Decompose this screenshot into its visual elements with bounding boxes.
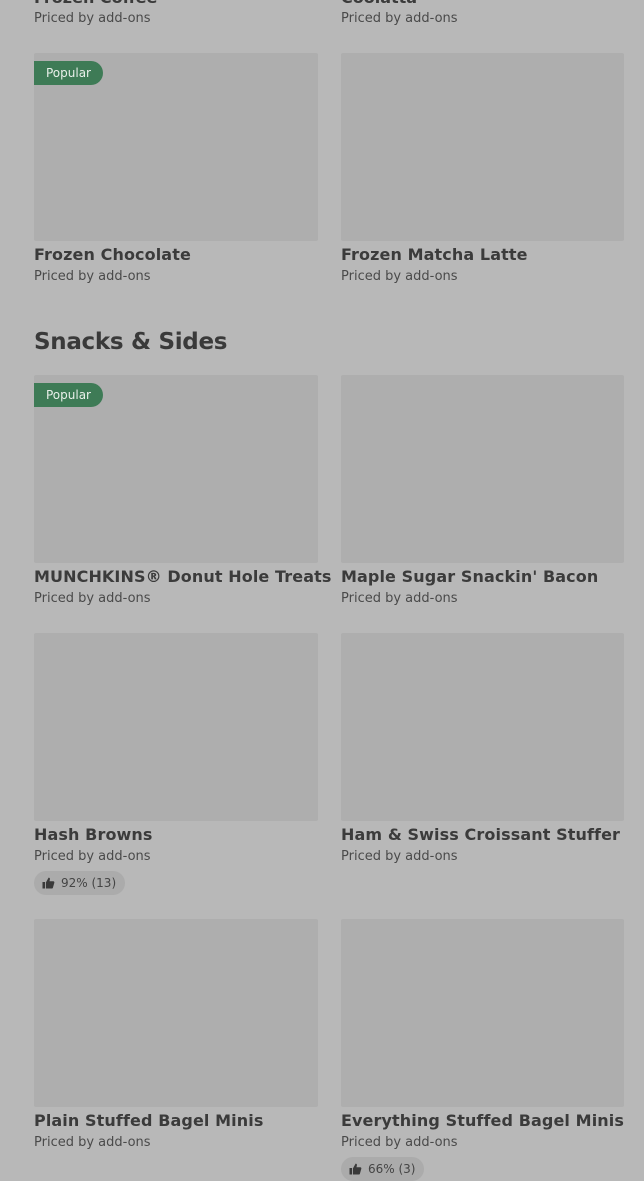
item-image[interactable] [341,633,624,821]
item-image[interactable] [341,919,624,1107]
item-price: Priced by add-ons [34,591,151,606]
item-name: Ham & Swiss Croissant Stuffer [341,825,621,844]
rating-text: 92% (13) [61,876,117,890]
menu-item-card[interactable]: Plain Stuffed Bagel Minis Priced by add-… [34,919,318,1151]
menu-item-card[interactable]: Popular MUNCHKINS® Donut Hole Treats Pri… [34,375,332,607]
item-image[interactable]: Popular [34,375,318,563]
item-name: Plain Stuffed Bagel Minis [34,1111,264,1130]
rating-text: 66% (3) [368,1162,416,1176]
menu-item-card[interactable]: Coolatta Priced by add-ons [341,0,624,30]
menu-item-card[interactable]: Everything Stuffed Bagel Minis Priced by… [341,919,624,1181]
section-title: Snacks & Sides [34,329,228,355]
menu-item-card[interactable]: Frozen Matcha Latte Priced by add-ons [341,53,624,285]
item-image[interactable] [34,633,318,821]
popular-badge: Popular [34,383,103,407]
item-name: Coolatta [341,0,417,8]
item-price: Priced by add-ons [34,1135,151,1150]
item-name: Everything Stuffed Bagel Minis [341,1111,624,1130]
item-name: Frozen Chocolate [34,245,191,264]
item-price: Priced by add-ons [341,11,458,26]
rating-pill: 92% (13) [34,871,126,895]
popular-badge: Popular [34,61,103,85]
item-image[interactable]: Popular [34,53,318,241]
item-image[interactable] [34,919,318,1107]
menu-item-card[interactable]: Frozen Coffee Priced by add-ons [34,0,318,30]
item-name: Maple Sugar Snackin' Bacon [341,567,599,586]
item-image[interactable] [341,375,624,563]
item-name: Hash Browns [34,825,153,844]
thumbs-up-icon [349,1163,362,1175]
menu-item-card[interactable]: Maple Sugar Snackin' Bacon Priced by add… [341,375,624,607]
item-price: Priced by add-ons [341,849,458,864]
item-price: Priced by add-ons [34,11,151,26]
menu-item-card[interactable]: Popular Frozen Chocolate Priced by add-o… [34,53,318,285]
item-name: Frozen Matcha Latte [341,245,528,264]
item-price: Priced by add-ons [34,269,151,284]
item-image[interactable] [341,53,624,241]
item-name: MUNCHKINS® Donut Hole Treats [34,567,332,586]
item-name: Frozen Coffee [34,0,157,8]
item-price: Priced by add-ons [341,591,458,606]
menu-item-card[interactable]: Ham & Swiss Croissant Stuffer Priced by … [341,633,624,865]
menu-page: Frozen Coffee Priced by add-ons Coolatta… [0,0,644,1181]
item-price: Priced by add-ons [341,1135,458,1150]
menu-item-card[interactable]: Hash Browns Priced by add-ons 92% (13) [34,633,318,895]
thumbs-up-icon [42,877,55,889]
rating-pill: 66% (3) [341,1157,425,1181]
item-price: Priced by add-ons [341,269,458,284]
item-price: Priced by add-ons [34,849,151,864]
